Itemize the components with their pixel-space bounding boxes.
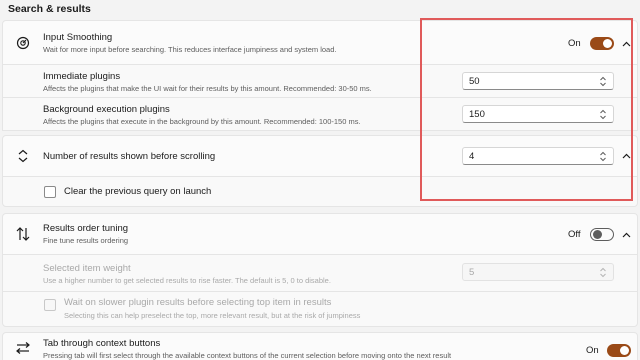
wait-slower-checkbox[interactable] xyxy=(44,299,56,311)
wait-slower-label: Wait on slower plugin results before sel… xyxy=(64,297,332,308)
section-title: Search & results xyxy=(8,3,91,15)
selected-weight-title: Selected item weight xyxy=(43,263,131,274)
selected-weight-value: 5 xyxy=(469,267,475,278)
tab-context-description: Pressing tab will first select through t… xyxy=(43,351,452,360)
background-plugins-description: Affects the plugins that execute in the … xyxy=(43,117,361,126)
clear-query-label: Clear the previous query on launch xyxy=(64,186,212,197)
tab-context-toggle-label: On xyxy=(586,345,599,356)
selected-weight-input[interactable]: 5 xyxy=(462,263,614,281)
gauge-icon xyxy=(14,34,32,52)
chevron-up-icon[interactable] xyxy=(620,229,632,241)
sort-arrows-icon xyxy=(14,225,32,243)
toggle-knob xyxy=(593,230,602,239)
input-smoothing-row[interactable]: Input Smoothing Wait for more input befo… xyxy=(2,20,638,65)
wait-slower-row: Wait on slower plugin results before sel… xyxy=(2,291,638,327)
chevron-up-icon[interactable] xyxy=(620,38,632,50)
spin-icon[interactable] xyxy=(599,151,607,162)
expand-vertical-icon xyxy=(14,147,32,165)
immediate-plugins-row: Immediate plugins Affects the plugins th… xyxy=(2,64,638,98)
results-order-toggle-label: Off xyxy=(568,229,581,240)
selected-weight-description: Use a higher number to get selected resu… xyxy=(43,276,331,285)
tab-context-title: Tab through context buttons xyxy=(43,338,161,349)
spin-icon[interactable] xyxy=(599,109,607,120)
spin-icon[interactable] xyxy=(599,76,607,87)
background-plugins-value: 150 xyxy=(469,109,485,120)
results-count-title: Number of results shown before scrolling xyxy=(43,151,216,162)
immediate-plugins-input[interactable]: 50 xyxy=(462,72,614,90)
results-order-title: Results order tuning xyxy=(43,223,129,234)
immediate-plugins-title: Immediate plugins xyxy=(43,71,121,82)
clear-query-row: Clear the previous query on launch xyxy=(2,176,638,207)
toggle-knob xyxy=(620,346,629,355)
selected-weight-row: Selected item weight Use a higher number… xyxy=(2,254,638,292)
clear-query-checkbox[interactable] xyxy=(44,186,56,198)
results-order-description: Fine tune results ordering xyxy=(43,236,129,245)
results-count-value: 4 xyxy=(469,151,475,162)
tab-context-toggle[interactable] xyxy=(607,344,631,357)
wait-slower-description: Selecting this can help preselect the to… xyxy=(64,311,361,320)
results-order-row[interactable]: Results order tuning Fine tune results o… xyxy=(2,213,638,255)
background-plugins-input[interactable]: 150 xyxy=(462,105,614,123)
toggle-knob xyxy=(603,39,612,48)
immediate-plugins-value: 50 xyxy=(469,76,480,87)
results-order-toggle[interactable] xyxy=(590,228,614,241)
results-count-row[interactable]: Number of results shown before scrolling… xyxy=(2,135,638,177)
input-smoothing-title: Input Smoothing xyxy=(43,32,113,43)
results-count-input[interactable]: 4 xyxy=(462,147,614,165)
immediate-plugins-description: Affects the plugins that make the UI wai… xyxy=(43,84,372,93)
input-smoothing-toggle[interactable] xyxy=(590,37,614,50)
tab-arrow-icon xyxy=(14,339,32,357)
tab-context-row[interactable]: Tab through context buttons Pressing tab… xyxy=(2,332,638,360)
background-plugins-row: Background execution plugins Affects the… xyxy=(2,97,638,131)
background-plugins-title: Background execution plugins xyxy=(43,104,170,115)
settings-page: Search & results Input Smoothing Wait fo… xyxy=(0,0,640,360)
input-smoothing-description: Wait for more input before searching. Th… xyxy=(43,45,337,54)
input-smoothing-toggle-label: On xyxy=(568,38,581,49)
chevron-up-icon[interactable] xyxy=(620,150,632,162)
spin-icon[interactable] xyxy=(599,267,607,278)
